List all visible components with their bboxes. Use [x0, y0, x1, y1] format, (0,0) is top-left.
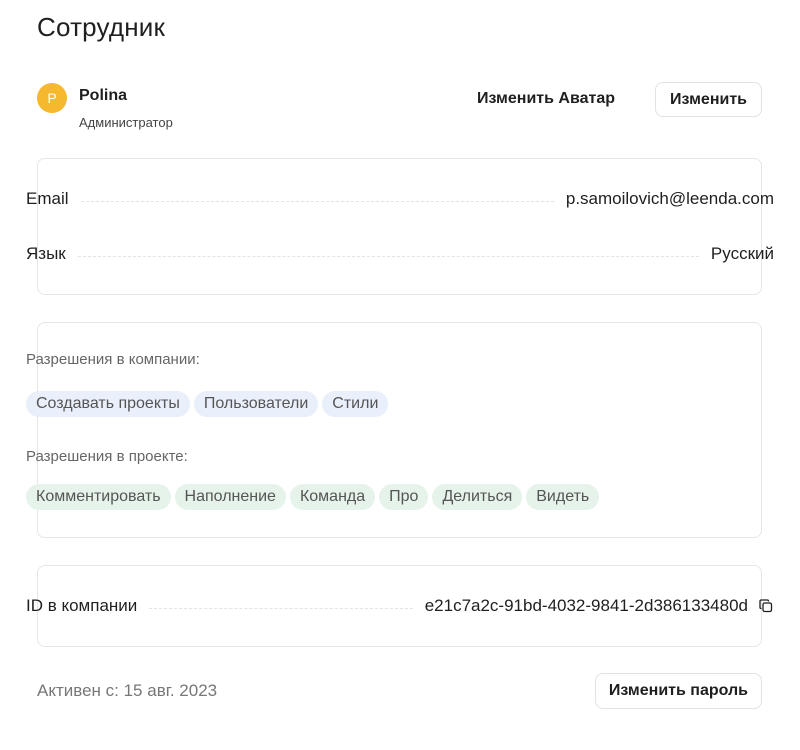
- dotted-leader: [77, 255, 699, 257]
- permission-chip: Стили: [322, 391, 389, 417]
- language-label: Язык: [26, 244, 66, 263]
- company-id-value: e21c7a2c-91bd-4032-9841-2d386133480d: [424, 596, 748, 615]
- email-label: Email: [26, 189, 69, 208]
- edit-button[interactable]: Изменить: [655, 82, 762, 117]
- user-header: P Polina Администратор Изменить Аватар И…: [37, 82, 762, 132]
- project-permissions-list: Комментировать Наполнение Команда Про Де…: [26, 484, 600, 510]
- company-id-row: ID в компании e21c7a2c-91bd-4032-9841-2d…: [26, 595, 774, 617]
- company-permissions-title: Разрешения в компании:: [26, 351, 200, 368]
- change-password-button[interactable]: Изменить пароль: [594, 673, 762, 709]
- copy-icon[interactable]: [758, 598, 774, 614]
- dotted-leader: [149, 607, 413, 609]
- language-value: Русский: [710, 244, 774, 263]
- dotted-leader: [80, 200, 554, 202]
- company-id-label: ID в компании: [26, 596, 138, 615]
- permission-chip: Делиться: [432, 484, 523, 510]
- info-card: [37, 158, 762, 295]
- email-row: Email p.samoilovich@leenda.com: [26, 188, 774, 210]
- permission-chip: Комментировать: [26, 484, 171, 510]
- company-permissions-list: Создавать проекты Пользователи Стили: [26, 391, 389, 417]
- permission-chip: Видеть: [526, 484, 600, 510]
- language-row: Язык Русский: [26, 243, 774, 265]
- change-avatar-button[interactable]: Изменить Аватар: [477, 82, 615, 116]
- page-title: Сотрудник: [37, 12, 166, 42]
- active-since: Активен с: 15 авг. 2023: [37, 681, 218, 700]
- permission-chip: Команда: [289, 484, 376, 510]
- permission-chip: Создавать проекты: [26, 391, 190, 417]
- avatar: P: [37, 83, 67, 113]
- user-role: Администратор: [79, 115, 173, 130]
- email-value: p.samoilovich@leenda.com: [565, 189, 774, 208]
- user-name: Polina: [79, 87, 128, 104]
- permission-chip: Пользователи: [193, 391, 319, 417]
- project-permissions-title: Разрешения в проекте:: [26, 448, 188, 465]
- permission-chip: Наполнение: [174, 484, 286, 510]
- permission-chip: Про: [379, 484, 429, 510]
